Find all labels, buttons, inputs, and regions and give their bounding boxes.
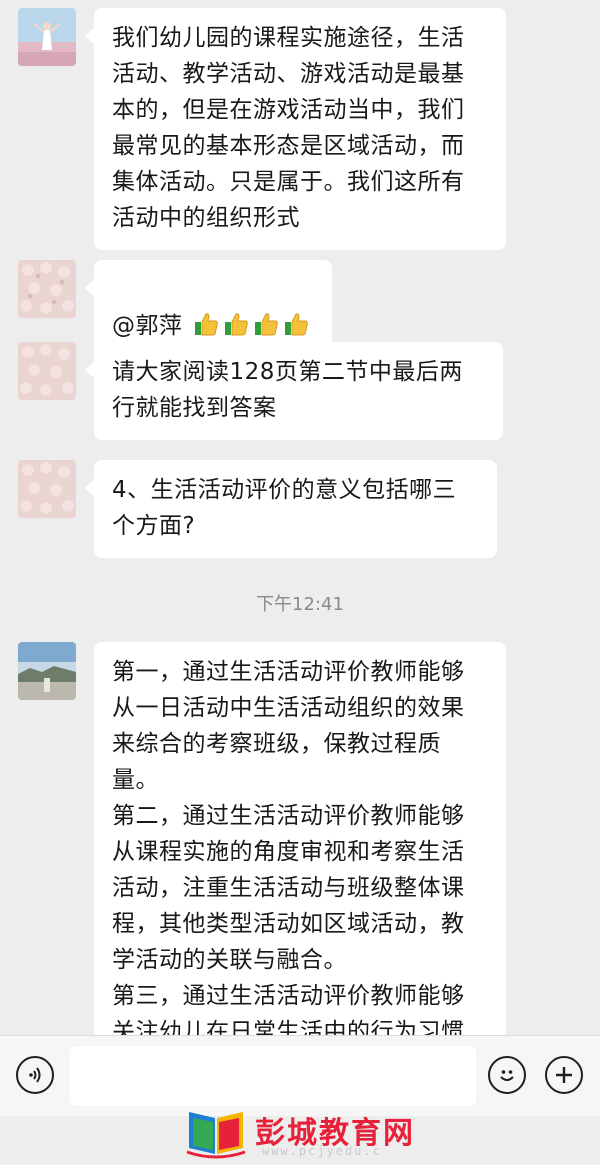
avatar[interactable]	[18, 8, 76, 66]
message-bubble[interactable]: 请大家阅读128页第二节中最后两 行就能找到答案	[85, 342, 503, 440]
plus-button[interactable]	[545, 1056, 583, 1094]
message-bubble[interactable]: 第一，通过生活活动评价教师能够 从一日活动中生活活动组织的效果 来综合的考察班级…	[94, 642, 506, 1035]
voice-button[interactable]	[16, 1056, 54, 1094]
chat-area: 我们幼儿园的课程实施途径，生活 活动、教学活动、游戏活动是最基 本的，但是在游戏…	[0, 0, 600, 1035]
thumbs-up-icon	[225, 313, 249, 336]
plus-icon	[556, 1067, 572, 1083]
watermark: 彭城教育网 www.pcjyedu.c	[0, 1100, 600, 1165]
avatar[interactable]	[18, 642, 76, 700]
emoji-icon	[500, 1070, 514, 1081]
message-bubble[interactable]: 4、生活活动评价的意义包括哪三 个方面?	[85, 460, 497, 558]
mention-text: @郭萍	[112, 313, 191, 339]
message-bubble[interactable]: 我们幼儿园的课程实施途径，生活 活动、教学活动、游戏活动是最基 本的，但是在游戏…	[85, 8, 506, 250]
avatar[interactable]	[18, 460, 76, 518]
watermark-url: www.pcjyedu.c	[262, 1144, 382, 1158]
thumbs-up-icon	[285, 313, 309, 336]
voice-icon	[29, 1067, 41, 1083]
message-input[interactable]	[70, 1046, 476, 1106]
timestamp: 下午12:41	[256, 594, 344, 615]
thumbs-up-icon	[195, 313, 219, 336]
thumbs-up-icon	[255, 313, 279, 336]
emoji-button[interactable]	[488, 1056, 526, 1094]
avatar[interactable]	[18, 342, 76, 400]
book-logo-icon	[186, 1112, 246, 1159]
avatar[interactable]	[18, 260, 76, 318]
